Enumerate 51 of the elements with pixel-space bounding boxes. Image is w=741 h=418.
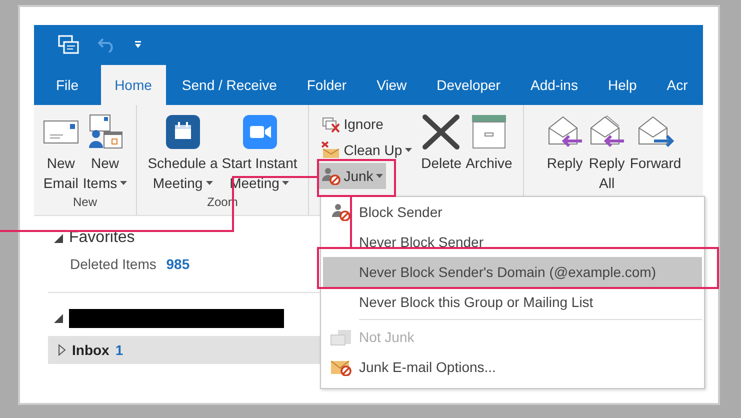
- caret-icon: [376, 174, 384, 178]
- junk-options-icon: [330, 358, 352, 376]
- ribbon-button[interactable]: Forward: [628, 111, 684, 173]
- caret-icon: [206, 181, 213, 185]
- section-title: Favorites: [69, 229, 135, 247]
- caret-icon: [282, 181, 290, 185]
- ribbon-button[interactable]: Reply: [544, 111, 586, 173]
- ribbon-small-button[interactable]: Junk: [318, 163, 386, 189]
- menu-item[interactable]: Never Block Sender: [323, 227, 702, 257]
- ribbon-tab[interactable]: View: [362, 65, 421, 105]
- delete-icon: [422, 114, 460, 150]
- ribbon-tab[interactable]: Folder: [292, 65, 361, 105]
- reply-all-icon: [588, 114, 626, 150]
- customize-caret-icon[interactable]: [134, 41, 142, 49]
- ribbon-tab[interactable]: Home: [100, 65, 166, 105]
- group-label: New: [72, 195, 97, 211]
- ribbon-tab[interactable]: Acr: [652, 65, 702, 105]
- caret-icon: [405, 148, 412, 152]
- collapse-triangle-icon[interactable]: [54, 314, 63, 323]
- ribbon-tab[interactable]: Developer: [422, 65, 514, 105]
- ribbon-button[interactable]: New Items: [80, 111, 130, 193]
- menu-item[interactable]: Never Block Sender's Domain (@example.com): [323, 257, 702, 287]
- ribbon-button[interactable]: New Email: [40, 111, 81, 193]
- ribbon-tab[interactable]: Send / Receive: [168, 65, 291, 105]
- archive-box-icon: [470, 114, 508, 150]
- ribbon-button[interactable]: Delete: [419, 111, 464, 173]
- block-sender-icon: [331, 203, 351, 221]
- ribbon-tab[interactable]: Help: [594, 65, 651, 105]
- cleanup-icon: [320, 141, 341, 159]
- reply-icon: [546, 114, 584, 150]
- menu-item[interactable]: Block Sender: [323, 197, 702, 227]
- calendar-icon: [166, 115, 200, 149]
- ignore-icon: [320, 115, 341, 133]
- collapse-triangle-icon[interactable]: [54, 234, 63, 242]
- menu-item[interactable]: Never Block this Group or Mailing List: [323, 287, 702, 317]
- video-camera-icon: [242, 115, 277, 149]
- ribbon-tab[interactable]: Add-ins: [516, 65, 592, 105]
- ribbon-small-button[interactable]: Clean Up: [318, 137, 416, 163]
- envelopes-icon: [330, 328, 352, 346]
- ribbon-button[interactable]: Schedule a Meeting: [146, 111, 220, 193]
- ribbon-button[interactable]: Archive: [464, 111, 514, 173]
- send-receive-icon[interactable]: [58, 35, 80, 55]
- forward-icon: [636, 114, 674, 150]
- expand-triangle-icon[interactable]: [58, 344, 66, 356]
- caret-icon: [120, 181, 128, 185]
- ribbon-tab[interactable]: File: [34, 65, 93, 105]
- leader-line: [350, 196, 352, 248]
- ribbon-small-button[interactable]: Ignore: [318, 111, 386, 137]
- ribbon-button[interactable]: Reply All: [586, 111, 628, 193]
- envelope-icon: [42, 118, 79, 146]
- junk-icon: [320, 167, 341, 185]
